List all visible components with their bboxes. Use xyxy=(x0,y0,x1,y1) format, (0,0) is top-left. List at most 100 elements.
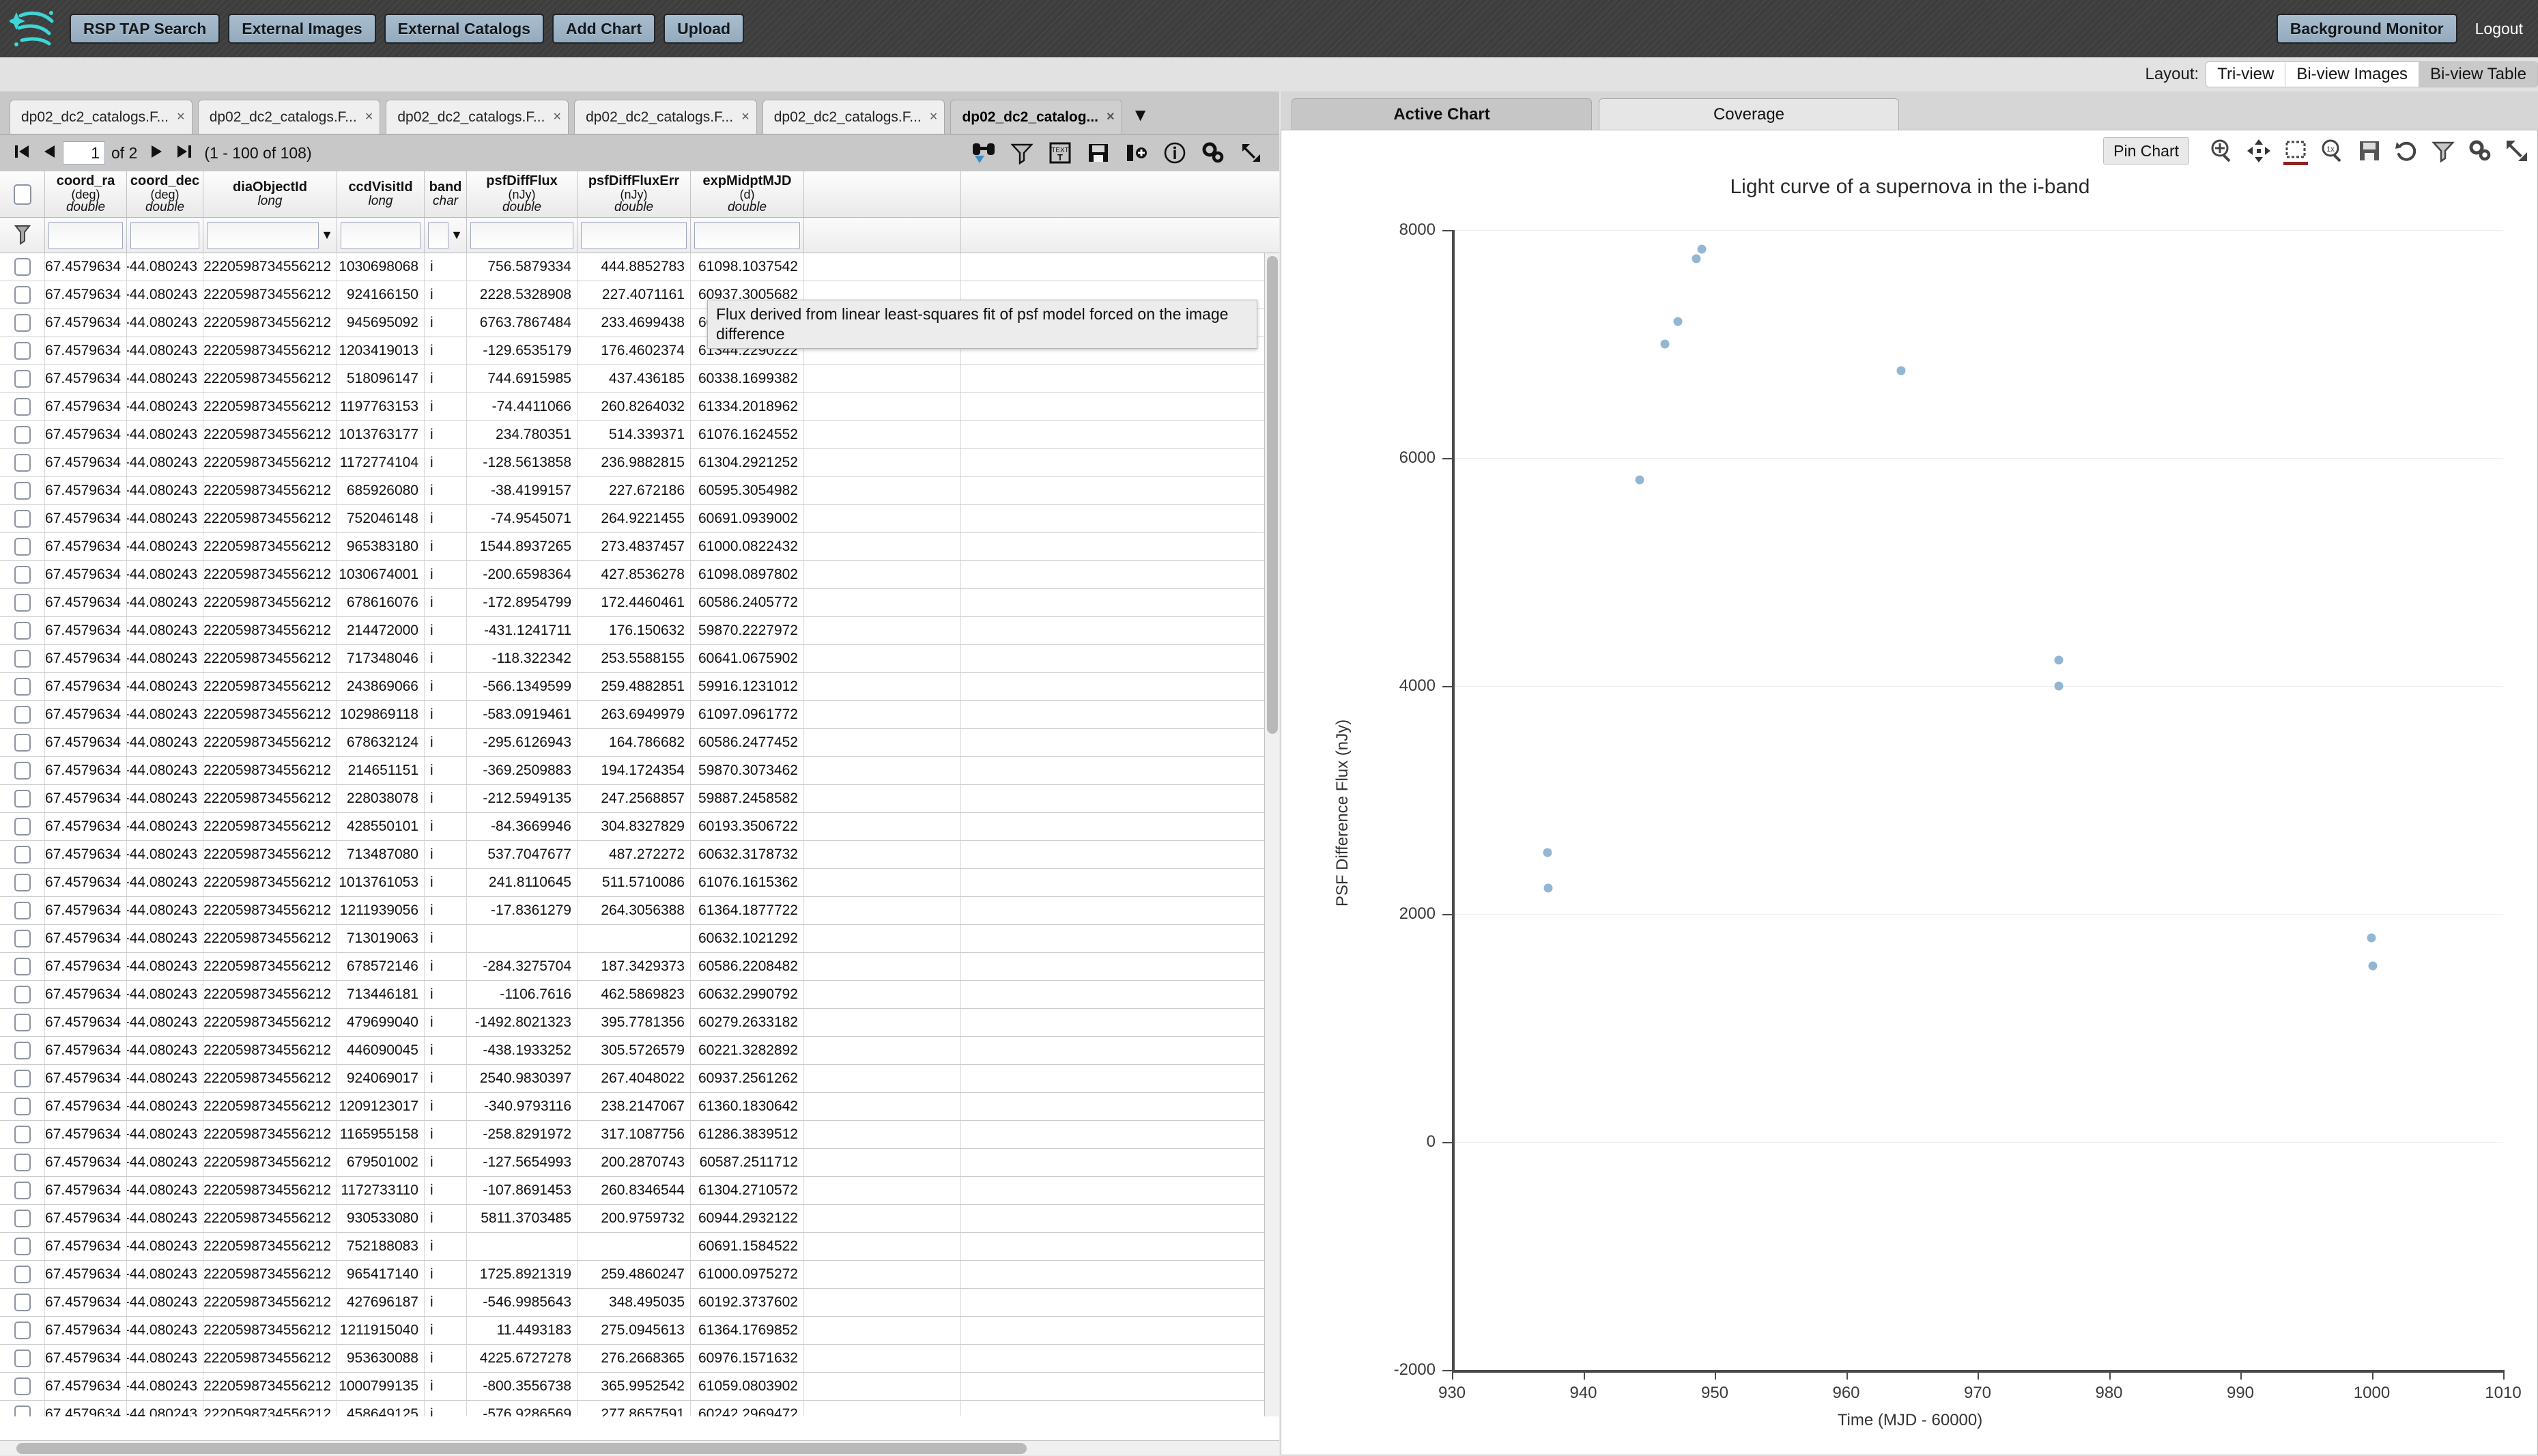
table-vertical-scrollbar[interactable] xyxy=(1264,253,1279,1416)
column-header-coord_ra[interactable]: coord_ra (deg) double xyxy=(45,171,127,217)
add-column-icon[interactable] xyxy=(1121,139,1152,167)
table-row[interactable]: 67.4579634-44.08024312522205987345562127… xyxy=(0,645,1279,673)
row-select-cell[interactable] xyxy=(0,1289,45,1316)
external-images-button[interactable]: External Images xyxy=(228,14,376,44)
row-select-cell[interactable] xyxy=(0,505,45,532)
row-checkbox[interactable] xyxy=(14,1210,31,1227)
table-row[interactable]: 67.4579634-44.08024312522205987345562126… xyxy=(0,1149,1279,1177)
table-row[interactable]: 67.4579634-44.08024312522205987345562121… xyxy=(0,1093,1279,1121)
table-row[interactable]: 67.4579634-44.08024312522205987345562127… xyxy=(0,1233,1279,1261)
last-page-button[interactable] xyxy=(175,143,193,163)
table-row[interactable]: 67.4579634-44.08024312522205987345562126… xyxy=(0,589,1279,617)
row-select-cell[interactable] xyxy=(0,785,45,812)
row-checkbox[interactable] xyxy=(14,1098,31,1115)
filter-icon[interactable] xyxy=(1006,139,1038,167)
row-checkbox[interactable] xyxy=(14,874,31,891)
row-select-cell[interactable] xyxy=(0,1261,45,1288)
row-checkbox[interactable] xyxy=(14,538,31,556)
row-checkbox[interactable] xyxy=(14,1350,31,1367)
row-select-cell[interactable] xyxy=(0,841,45,868)
row-checkbox[interactable] xyxy=(14,986,31,1003)
table-row[interactable]: 67.4579634-44.08024312522205987345562124… xyxy=(0,1289,1279,1317)
row-checkbox[interactable] xyxy=(14,1238,31,1255)
table-row[interactable]: 67.4579634-44.08024312522205987345562127… xyxy=(0,925,1279,953)
row-select-cell[interactable] xyxy=(0,1345,45,1372)
close-icon[interactable]: × xyxy=(930,109,938,125)
row-select-cell[interactable] xyxy=(0,365,45,392)
filter-cell-diaObjectId[interactable]: ▼ xyxy=(203,217,337,253)
chevron-down-icon[interactable]: ▼ xyxy=(451,228,463,242)
column-header-ccdVisitId[interactable]: ccdVisitId long xyxy=(337,171,425,217)
settings-gears-icon[interactable] xyxy=(1197,139,1229,167)
row-select-cell[interactable] xyxy=(0,1093,45,1120)
row-checkbox[interactable] xyxy=(14,286,31,304)
add-chart-button[interactable]: Add Chart xyxy=(552,14,656,44)
row-select-cell[interactable] xyxy=(0,281,45,309)
row-checkbox[interactable] xyxy=(14,902,31,919)
scatter-point[interactable] xyxy=(2368,961,2378,971)
row-select-cell[interactable] xyxy=(0,729,45,756)
row-checkbox[interactable] xyxy=(14,958,31,975)
table-row[interactable]: 67.4579634-44.08024312522205987345562126… xyxy=(0,953,1279,981)
filter-icon[interactable] xyxy=(2427,136,2459,166)
close-icon[interactable]: × xyxy=(1107,109,1115,125)
scatter-point[interactable] xyxy=(1896,366,1906,375)
filter-input-expMidptMJD[interactable] xyxy=(694,221,800,249)
row-select-cell[interactable] xyxy=(0,1149,45,1176)
row-select-cell[interactable] xyxy=(0,1373,45,1400)
scatter-point[interactable] xyxy=(1543,883,1553,893)
logout-link[interactable]: Logout xyxy=(2475,20,2523,38)
row-checkbox[interactable] xyxy=(14,650,31,668)
layout-segmented-control[interactable]: Tri-view Bi-view Images Bi-view Table xyxy=(2206,61,2538,87)
save-icon[interactable] xyxy=(2353,136,2386,166)
filter-input-ccdVisitId[interactable] xyxy=(341,221,420,249)
column-header-psfDiffFlux[interactable]: psfDiffFlux (nJy) double xyxy=(467,171,578,217)
filter-input-psfDiffFlux[interactable] xyxy=(470,221,573,249)
column-header-band[interactable]: band char xyxy=(425,171,467,217)
row-checkbox[interactable] xyxy=(14,1126,31,1143)
scatter-point[interactable] xyxy=(1697,244,1707,254)
prev-page-button[interactable] xyxy=(40,143,58,163)
text-view-icon[interactable]: TEXT T xyxy=(1044,139,1076,167)
row-select-cell[interactable] xyxy=(0,1009,45,1036)
row-checkbox[interactable] xyxy=(14,678,31,696)
filter-cell-ccdVisitId[interactable] xyxy=(337,217,425,253)
row-select-cell[interactable] xyxy=(0,897,45,924)
row-select-cell[interactable] xyxy=(0,1317,45,1344)
expand-icon[interactable] xyxy=(2500,136,2533,166)
scatter-point[interactable] xyxy=(2054,655,2064,665)
filter-cell-psfDiffFluxErr[interactable] xyxy=(578,217,691,253)
column-header-expMidptMJD[interactable]: expMidptMJD (d) double xyxy=(691,171,804,217)
filter-input-psfDiffFluxErr[interactable] xyxy=(581,221,687,249)
result-tab-5[interactable]: dp02_dc2_catalogs.F... × xyxy=(762,100,945,134)
table-row[interactable]: 67.4579634-44.08024312522205987345562129… xyxy=(0,1205,1279,1233)
close-icon[interactable]: × xyxy=(177,109,185,125)
table-row[interactable]: 67.4579634-44.08024312522205987345562129… xyxy=(0,533,1279,561)
row-checkbox[interactable] xyxy=(14,818,31,836)
row-checkbox[interactable] xyxy=(14,734,31,752)
next-page-button[interactable] xyxy=(148,143,166,163)
filter-cell-psfDiffFlux[interactable] xyxy=(467,217,578,253)
table-horizontal-scrollbar[interactable] xyxy=(0,1440,1279,1455)
table-row[interactable]: 67.4579634-44.08024312522205987345562124… xyxy=(0,813,1279,841)
row-checkbox[interactable] xyxy=(14,930,31,947)
table-row[interactable]: 67.4579634-44.08024312522205987345562124… xyxy=(0,1401,1279,1416)
filter-toggle-cell[interactable] xyxy=(0,217,45,253)
row-checkbox[interactable] xyxy=(14,482,31,500)
table-row[interactable]: 67.4579634-44.08024312522205987345562122… xyxy=(0,617,1279,645)
row-checkbox[interactable] xyxy=(14,1266,31,1283)
table-row[interactable]: 67.4579634-44.08024312522205987345562126… xyxy=(0,477,1279,505)
row-checkbox[interactable] xyxy=(14,1014,31,1031)
scrollbar-thumb[interactable] xyxy=(1267,256,1278,734)
pan-icon[interactable] xyxy=(2242,136,2275,166)
row-select-cell[interactable] xyxy=(0,309,45,337)
tab-active-chart[interactable]: Active Chart xyxy=(1292,98,1592,130)
row-checkbox[interactable] xyxy=(14,342,31,360)
table-row[interactable]: 67.4579634-44.08024312522205987345562124… xyxy=(0,1009,1279,1037)
row-select-cell[interactable] xyxy=(0,953,45,980)
row-select-cell[interactable] xyxy=(0,757,45,784)
zoom-in-icon[interactable] xyxy=(2206,136,2238,166)
table-row[interactable]: 67.4579634-44.08024312522205987345562122… xyxy=(0,785,1279,813)
table-row[interactable]: 67.4579634-44.08024312522205987345562121… xyxy=(0,869,1279,897)
scatter-point[interactable] xyxy=(1692,254,1701,263)
